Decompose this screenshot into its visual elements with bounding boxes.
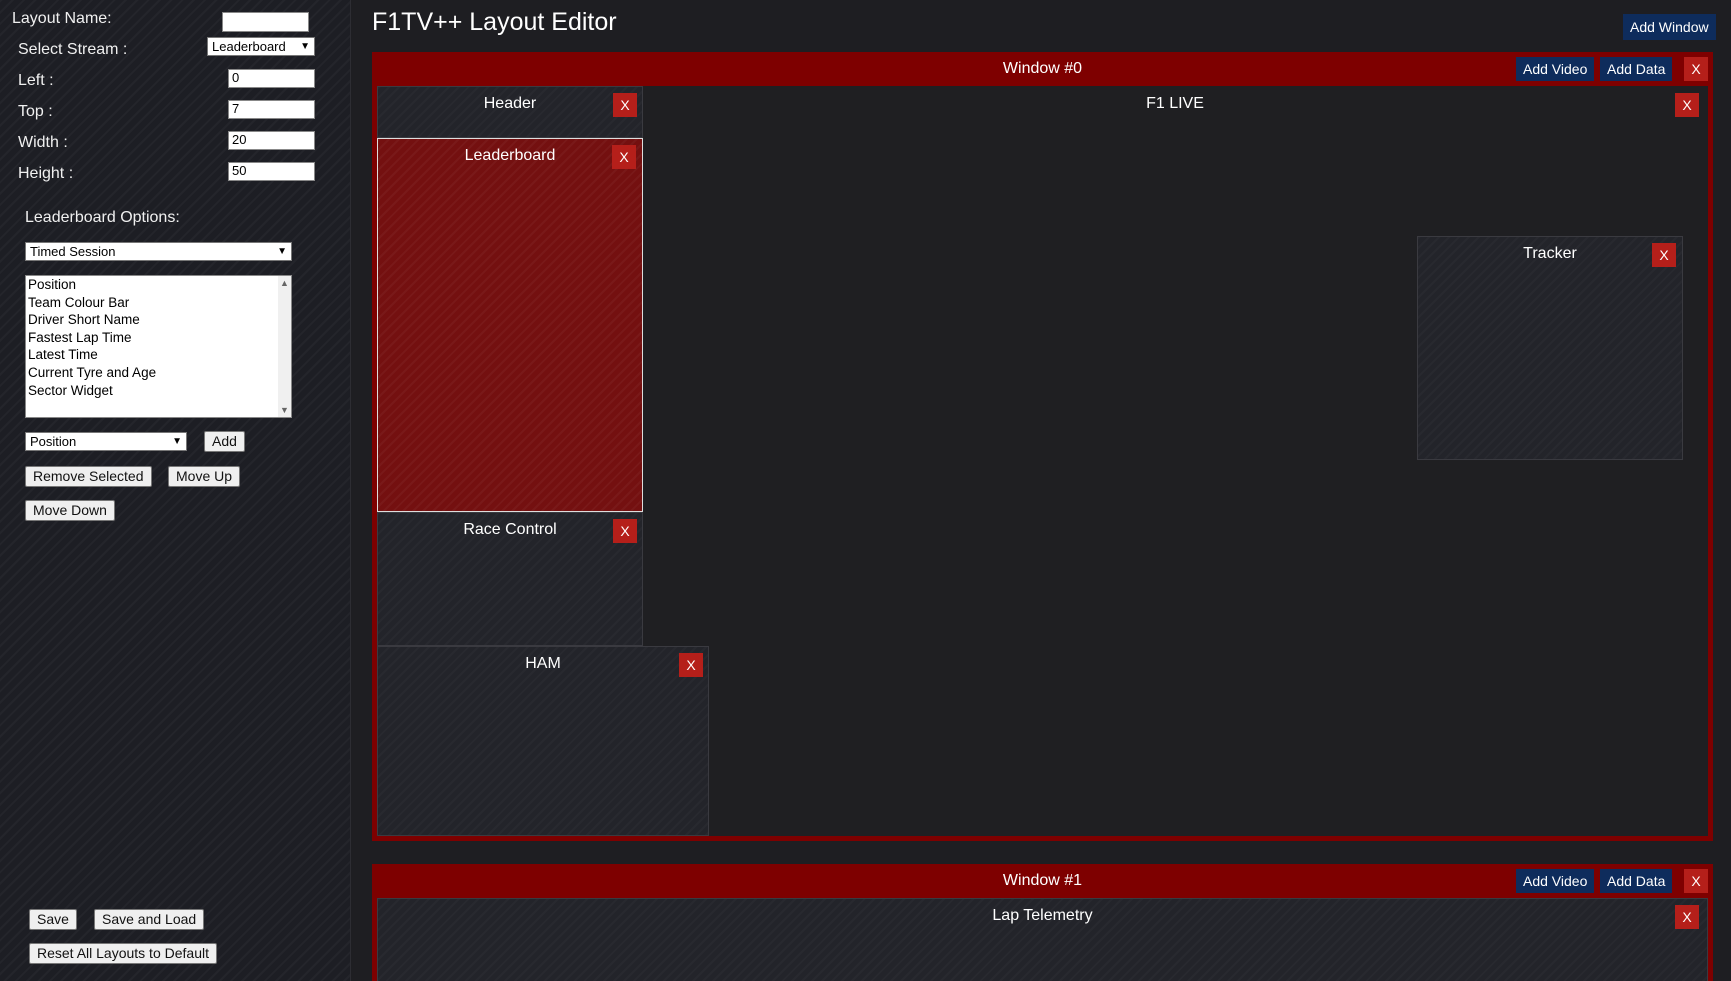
chevron-down-icon: ▼	[300, 41, 310, 52]
list-item[interactable]: Team Colour Bar	[26, 294, 291, 312]
close-panel-button[interactable]: X	[612, 145, 636, 169]
ham-panel-title: HAM	[525, 655, 561, 672]
scroll-up-icon[interactable]: ▲	[280, 278, 289, 288]
add-field-button[interactable]: Add	[204, 431, 245, 452]
stream-select-value: Leaderboard	[212, 39, 286, 54]
height-label: Height :	[18, 165, 74, 182]
add-field-select-value: Position	[30, 434, 77, 449]
left-label: Left :	[18, 72, 54, 89]
save-and-load-button[interactable]: Save and Load	[94, 909, 205, 930]
layout-name-label: Layout Name:	[12, 10, 112, 27]
ham-panel[interactable]: HAM X	[377, 646, 709, 836]
add-data-button[interactable]: Add Data	[1600, 869, 1673, 893]
leaderboard-options-label: Leaderboard Options:	[25, 209, 180, 226]
stream-select[interactable]: Leaderboard ▼	[207, 37, 315, 56]
window-1-title: Window #1	[1002, 872, 1083, 889]
window-0-title: Window #0	[1002, 60, 1083, 77]
list-item[interactable]: Driver Short Name	[26, 311, 291, 329]
close-window-button[interactable]: X	[1684, 869, 1708, 893]
lap-telemetry-panel[interactable]: Lap Telemetry X	[377, 898, 1708, 981]
f1-live-panel[interactable]: F1 LIVE X	[642, 86, 1708, 226]
lap-telemetry-panel-title: Lap Telemetry	[992, 907, 1093, 924]
select-stream-label: Select Stream :	[18, 41, 128, 58]
move-down-button[interactable]: Move Down	[25, 500, 115, 521]
leaderboard-panel[interactable]: Leaderboard X	[377, 138, 643, 512]
chevron-down-icon: ▼	[277, 246, 287, 257]
window-0: Window #0 Add Video Add Data X F1 LIVE X…	[372, 52, 1713, 841]
remove-selected-button[interactable]: Remove Selected	[25, 466, 152, 487]
add-video-button[interactable]: Add Video	[1516, 57, 1595, 81]
save-button[interactable]: Save	[29, 909, 77, 930]
close-panel-button[interactable]: X	[613, 93, 637, 117]
chevron-down-icon: ▼	[172, 436, 182, 447]
close-window-button[interactable]: X	[1684, 57, 1708, 81]
session-type-select[interactable]: Timed Session ▼	[25, 242, 292, 261]
header-panel-title: Header	[483, 95, 537, 112]
width-label: Width :	[18, 134, 68, 151]
height-input[interactable]: 50	[228, 162, 315, 181]
add-data-button[interactable]: Add Data	[1600, 57, 1673, 81]
window-0-canvas: F1 LIVE X Header X Leaderboard X Race Co…	[377, 86, 1708, 836]
close-panel-button[interactable]: X	[1652, 243, 1676, 267]
list-item[interactable]: Current Tyre and Age	[26, 364, 291, 382]
tracker-panel-title: Tracker	[1523, 245, 1577, 262]
list-item[interactable]: Fastest Lap Time	[26, 329, 291, 347]
top-input[interactable]: 7	[228, 100, 315, 119]
list-item[interactable]: Sector Widget	[26, 382, 291, 400]
close-panel-button[interactable]: X	[1675, 93, 1699, 117]
list-item[interactable]: Latest Time	[26, 346, 291, 364]
header-panel[interactable]: Header X	[377, 86, 643, 138]
layout-name-input[interactable]	[222, 12, 309, 32]
top-label: Top :	[18, 103, 53, 120]
window-1-canvas: Lap Telemetry X	[377, 898, 1708, 981]
scroll-down-icon[interactable]: ▼	[280, 405, 289, 415]
add-window-button[interactable]: Add Window	[1623, 14, 1716, 40]
close-panel-button[interactable]: X	[613, 519, 637, 543]
race-control-panel[interactable]: Race Control X	[377, 512, 643, 646]
close-panel-button[interactable]: X	[1675, 905, 1699, 929]
window-1: Window #1 Add Video Add Data X Lap Telem…	[372, 864, 1713, 981]
page-title: F1TV++ Layout Editor	[372, 8, 617, 36]
f1-live-title: F1 LIVE	[1146, 95, 1204, 112]
left-input[interactable]: 0	[228, 69, 315, 88]
add-video-button[interactable]: Add Video	[1516, 869, 1595, 893]
add-field-select[interactable]: Position ▼	[25, 432, 187, 451]
close-panel-button[interactable]: X	[679, 653, 703, 677]
layout-settings-sidebar: Layout Name: Select Stream : Leaderboard…	[0, 0, 351, 981]
move-up-button[interactable]: Move Up	[168, 466, 241, 487]
leaderboard-fields-list[interactable]: Position Team Colour Bar Driver Short Na…	[25, 275, 292, 418]
width-input[interactable]: 20	[228, 131, 315, 150]
list-scrollbar[interactable]: ▲ ▼	[278, 276, 291, 417]
race-control-panel-title: Race Control	[463, 521, 557, 538]
leaderboard-panel-title: Leaderboard	[464, 147, 556, 164]
tracker-panel[interactable]: Tracker X	[1417, 236, 1683, 460]
list-item[interactable]: Position	[26, 276, 291, 294]
session-type-value: Timed Session	[30, 244, 116, 259]
reset-layouts-button[interactable]: Reset All Layouts to Default	[29, 943, 217, 964]
